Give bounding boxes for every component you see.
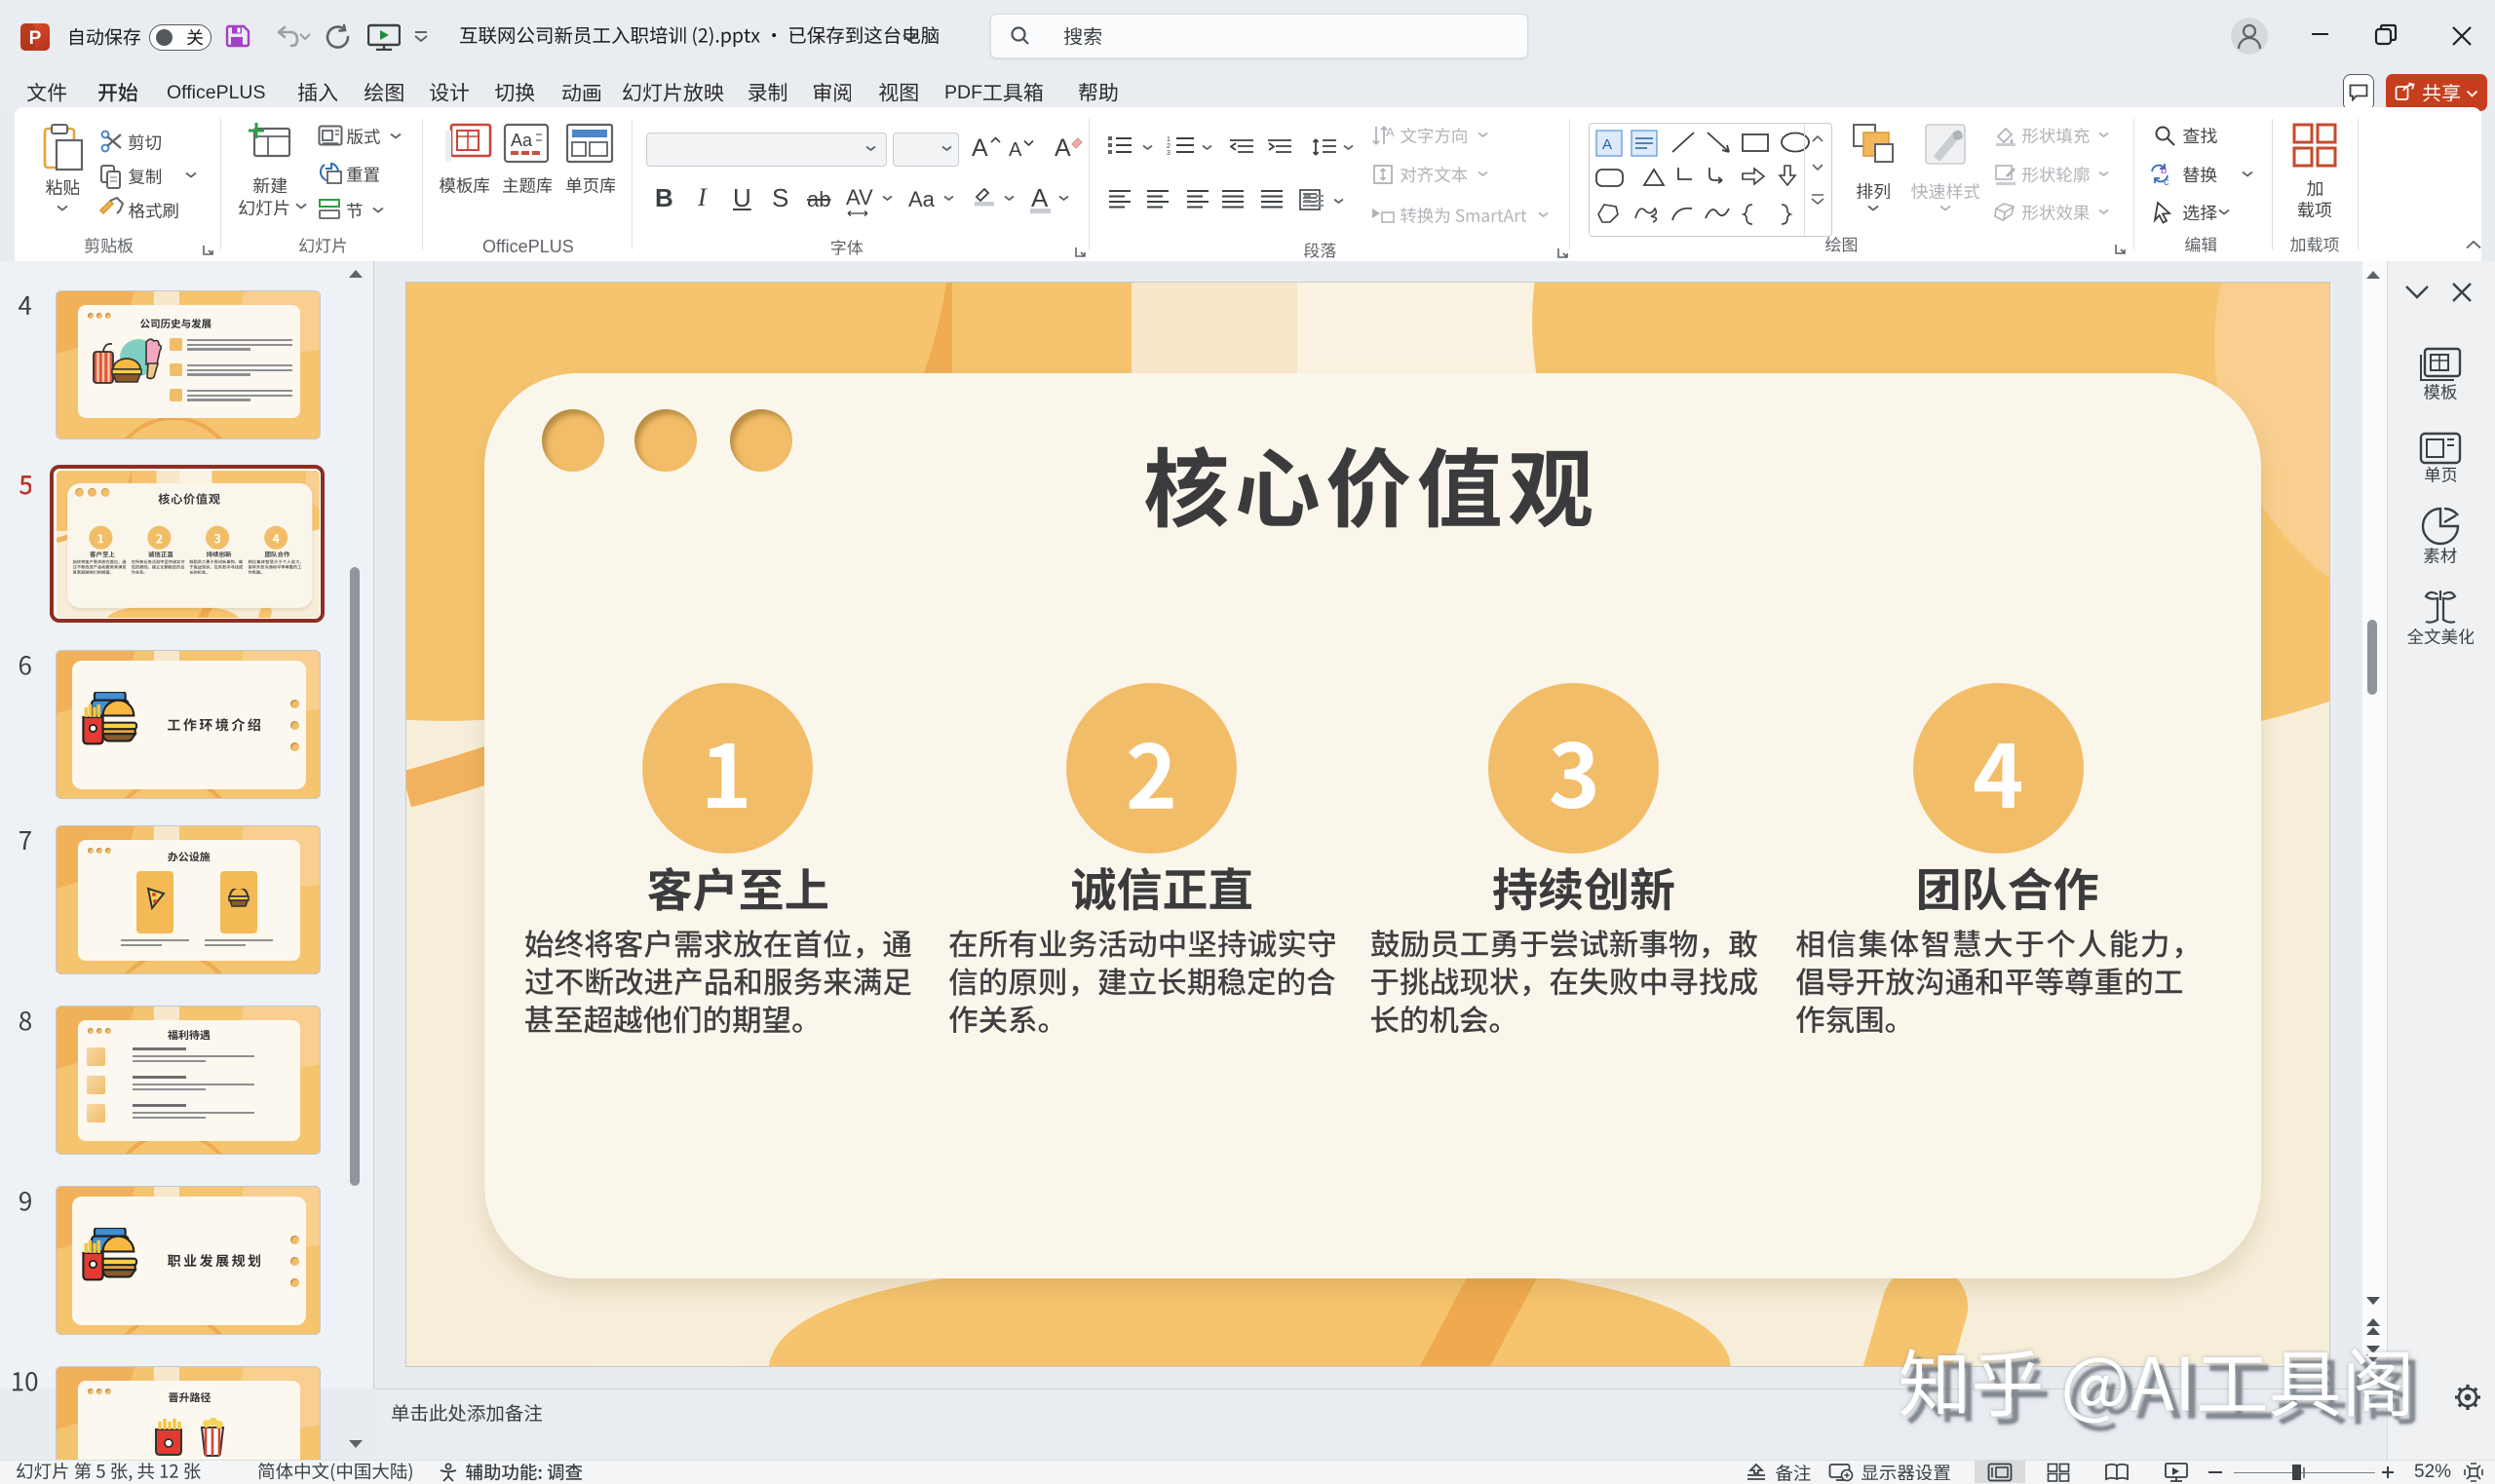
svg-text:A: A xyxy=(1602,136,1612,153)
svg-text:1: 1 xyxy=(1167,136,1171,143)
svg-text:b: b xyxy=(2161,165,2167,176)
svg-text:Aa: Aa xyxy=(511,131,533,150)
svg-text:A: A xyxy=(1386,125,1395,139)
svg-text:P: P xyxy=(29,28,42,49)
svg-text:c: c xyxy=(2164,176,2169,187)
svg-text:2: 2 xyxy=(1167,143,1171,150)
svg-text:3: 3 xyxy=(1167,150,1171,157)
